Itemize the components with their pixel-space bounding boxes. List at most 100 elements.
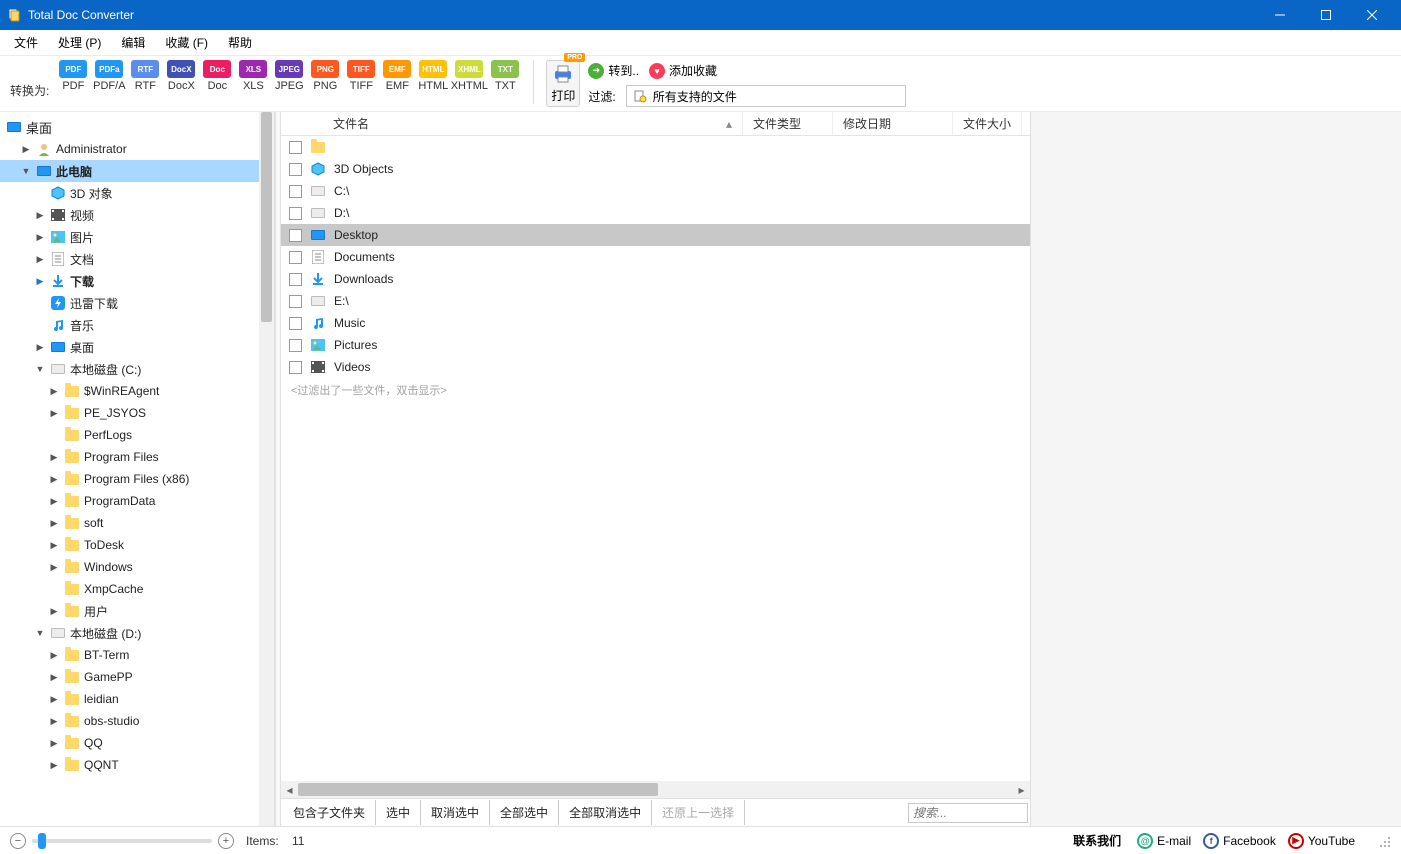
hscroll-thumb[interactable]: [298, 783, 658, 796]
expand-arrow-icon[interactable]: ▶: [48, 408, 60, 419]
column-date[interactable]: 修改日期: [833, 112, 953, 135]
row-checkbox[interactable]: [289, 295, 302, 308]
tree-item[interactable]: ▶QQNT: [0, 754, 274, 776]
format-button-pdf/a[interactable]: PDFaPDF/A: [93, 60, 125, 92]
tree-item[interactable]: 音乐: [0, 314, 274, 336]
scrollbar-thumb[interactable]: [261, 112, 272, 322]
menu-process[interactable]: 处理 (P): [48, 30, 111, 55]
row-checkbox[interactable]: [289, 361, 302, 374]
expand-arrow-icon[interactable]: ▶: [48, 452, 60, 463]
tree-item[interactable]: ▶PE_JSYOS: [0, 402, 274, 424]
column-filename[interactable]: 文件名 ▴: [303, 112, 743, 135]
tree-root-desktop[interactable]: 桌面: [0, 116, 274, 138]
menu-favorites[interactable]: 收藏 (F): [155, 30, 218, 55]
list-item[interactable]: Documents: [281, 246, 1030, 268]
zoom-slider[interactable]: [32, 839, 212, 843]
tree-item[interactable]: ▶Program Files (x86): [0, 468, 274, 490]
column-size[interactable]: 文件大小: [953, 112, 1022, 135]
check-button[interactable]: 选中: [376, 800, 421, 825]
tree-scrollbar[interactable]: [259, 112, 274, 826]
tree-item[interactable]: ▶Program Files: [0, 446, 274, 468]
expand-arrow-icon[interactable]: ▶: [48, 650, 60, 661]
column-filetype[interactable]: 文件类型: [743, 112, 833, 135]
add-favorite-button[interactable]: ♥ 添加收藏: [649, 62, 717, 79]
include-subfolders-button[interactable]: 包含子文件夹: [283, 800, 376, 825]
expand-arrow-icon[interactable]: ▶: [34, 210, 46, 221]
list-item[interactable]: Videos: [281, 356, 1030, 378]
row-checkbox[interactable]: [289, 339, 302, 352]
tree-item[interactable]: XmpCache: [0, 578, 274, 600]
tree-item[interactable]: ▶obs-studio: [0, 710, 274, 732]
row-checkbox[interactable]: [289, 207, 302, 220]
tree-item[interactable]: ▶Administrator: [0, 138, 274, 160]
expand-arrow-icon[interactable]: ▶: [48, 386, 60, 397]
tree-item[interactable]: PerfLogs: [0, 424, 274, 446]
tree-item[interactable]: ▶用户: [0, 600, 274, 622]
row-checkbox[interactable]: [289, 185, 302, 198]
expand-arrow-icon[interactable]: ▶: [34, 232, 46, 243]
list-hscrollbar[interactable]: ◂ ▸: [281, 781, 1030, 798]
uncheck-button[interactable]: 取消选中: [421, 800, 490, 825]
menu-edit[interactable]: 编辑: [111, 30, 155, 55]
scroll-left-icon[interactable]: ◂: [281, 781, 298, 798]
search-input[interactable]: [908, 803, 1028, 823]
tree-item[interactable]: ▼本地磁盘 (D:): [0, 622, 274, 644]
row-checkbox[interactable]: [289, 317, 302, 330]
tree-item[interactable]: ▶soft: [0, 512, 274, 534]
expand-arrow-icon[interactable]: ▶: [48, 760, 60, 771]
format-button-rtf[interactable]: RTFRTF: [129, 60, 161, 92]
row-checkbox[interactable]: [289, 251, 302, 264]
expand-arrow-icon[interactable]: ▶: [34, 254, 46, 265]
expand-arrow-icon[interactable]: ▶: [48, 694, 60, 705]
zoom-in-button[interactable]: +: [218, 833, 234, 849]
list-item[interactable]: 3D Objects: [281, 158, 1030, 180]
tree-item[interactable]: 3D 对象: [0, 182, 274, 204]
expand-arrow-icon[interactable]: ▼: [20, 166, 32, 176]
expand-arrow-icon[interactable]: ▶: [48, 672, 60, 683]
format-button-html[interactable]: HTMLHTML: [417, 60, 449, 92]
resize-grip-icon[interactable]: [1377, 834, 1391, 848]
menu-help[interactable]: 帮助: [218, 30, 262, 55]
tree-item[interactable]: ▶桌面: [0, 336, 274, 358]
format-button-xhtml[interactable]: XHMLXHTML: [453, 60, 485, 92]
tree-item[interactable]: ▶leidian: [0, 688, 274, 710]
expand-arrow-icon[interactable]: ▶: [48, 738, 60, 749]
format-button-doc[interactable]: DocDoc: [201, 60, 233, 92]
row-checkbox[interactable]: [289, 141, 302, 154]
tree-item[interactable]: 迅雷下载: [0, 292, 274, 314]
close-button[interactable]: [1349, 0, 1395, 30]
format-button-txt[interactable]: TXTTXT: [489, 60, 521, 92]
list-item[interactable]: Music: [281, 312, 1030, 334]
expand-arrow-icon[interactable]: ▼: [34, 364, 46, 374]
format-button-jpeg[interactable]: JPEGJPEG: [273, 60, 305, 92]
tree-item[interactable]: ▶Windows: [0, 556, 274, 578]
tree-item[interactable]: ▼本地磁盘 (C:): [0, 358, 274, 380]
expand-arrow-icon[interactable]: ▶: [20, 144, 32, 155]
email-link[interactable]: @E-mail: [1133, 831, 1195, 851]
format-button-tiff[interactable]: TIFFTIFF: [345, 60, 377, 92]
format-button-emf[interactable]: EMFEMF: [381, 60, 413, 92]
expand-arrow-icon[interactable]: ▶: [48, 606, 60, 617]
expand-arrow-icon[interactable]: ▶: [48, 562, 60, 573]
row-checkbox[interactable]: [289, 273, 302, 286]
menu-file[interactable]: 文件: [4, 30, 48, 55]
youtube-link[interactable]: ▶YouTube: [1284, 831, 1359, 851]
row-checkbox[interactable]: [289, 163, 302, 176]
tree-item[interactable]: ▶ProgramData: [0, 490, 274, 512]
format-button-docx[interactable]: DocXDocX: [165, 60, 197, 92]
expand-arrow-icon[interactable]: ▼: [34, 628, 46, 638]
moveto-button[interactable]: ➔ 转到..: [588, 62, 639, 79]
list-item[interactable]: [281, 136, 1030, 158]
list-item[interactable]: C:\: [281, 180, 1030, 202]
list-item[interactable]: Pictures: [281, 334, 1030, 356]
tree-item[interactable]: ▼此电脑: [0, 160, 274, 182]
zoom-out-button[interactable]: −: [10, 833, 26, 849]
row-checkbox[interactable]: [289, 229, 302, 242]
scroll-right-icon[interactable]: ▸: [1013, 781, 1030, 798]
list-item[interactable]: E:\: [281, 290, 1030, 312]
undo-selection-button[interactable]: 还原上一选择: [652, 800, 745, 825]
tree-item[interactable]: ▶$WinREAgent: [0, 380, 274, 402]
maximize-button[interactable]: [1303, 0, 1349, 30]
zoom-knob[interactable]: [38, 833, 46, 849]
facebook-link[interactable]: fFacebook: [1199, 831, 1280, 851]
